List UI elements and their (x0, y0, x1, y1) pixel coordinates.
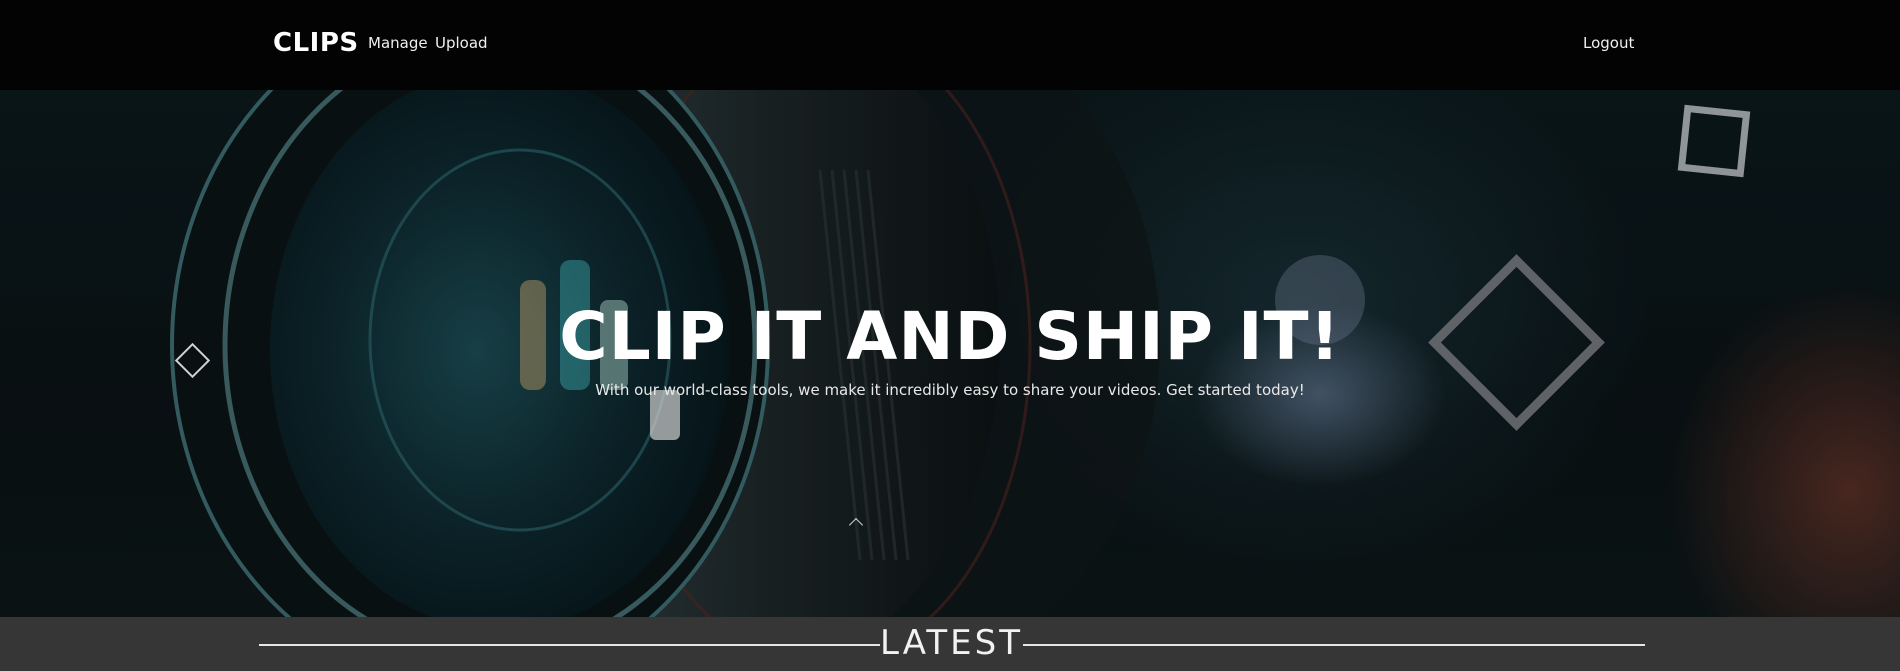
divider-line (259, 644, 880, 646)
hero-section: CLIP IT AND SHIP IT! With our world-clas… (0, 90, 1900, 617)
latest-section-header: LATEST (0, 617, 1900, 671)
hero-subtitle: With our world-class tools, we make it i… (595, 381, 1305, 399)
square-outline-icon (1677, 104, 1751, 178)
divider-line (1023, 644, 1645, 646)
brand-logo-link[interactable]: CLIPS (273, 28, 359, 58)
nav-upload-link[interactable]: Upload (435, 34, 488, 52)
top-navbar: CLIPS Manage Upload Logout (0, 0, 1900, 90)
nav-logout-link[interactable]: Logout (1583, 34, 1634, 52)
latest-title: LATEST (880, 623, 1023, 663)
hero-title: CLIP IT AND SHIP IT! (559, 298, 1341, 375)
nav-manage-link[interactable]: Manage (368, 34, 428, 52)
